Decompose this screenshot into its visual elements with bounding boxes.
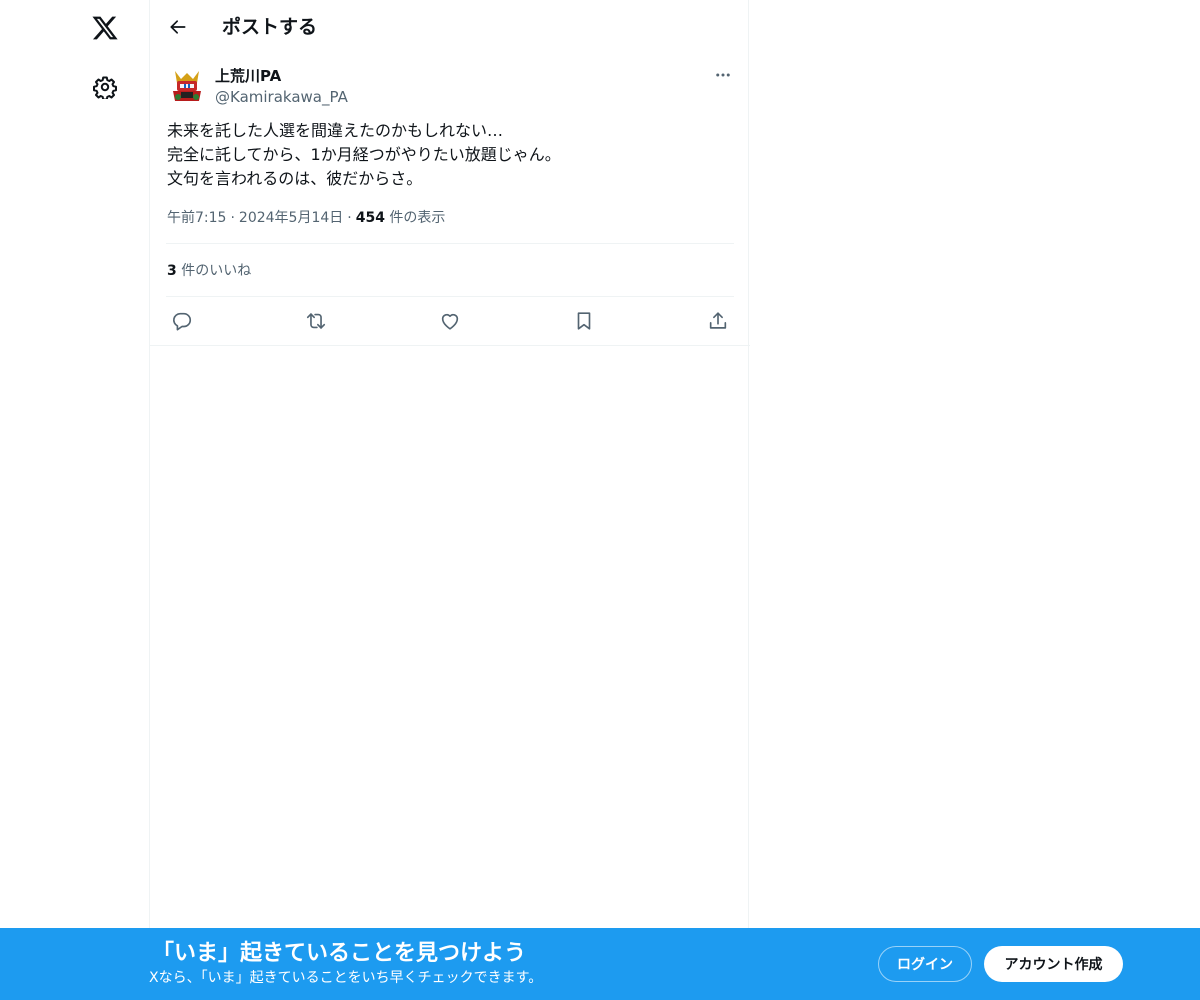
divider [166, 296, 734, 297]
post: 上荒川PA @Kamirakawa_PA 未来を託した人選を間違えたのかもしれな… [150, 53, 750, 346]
post-text-line: 完全に託してから、1か月経つがやりたい放題じゃん。 [167, 145, 561, 164]
post-actions [166, 306, 734, 336]
reply-icon [172, 312, 192, 331]
post-text: 未来を託した人選を間違えたのかもしれない… 完全に託してから、1か月経つがやりた… [167, 119, 737, 191]
like-button[interactable] [435, 306, 465, 336]
post-meta: 午前7:15 · 2024年5月14日 · 454 件の表示 [167, 208, 445, 228]
post-date[interactable]: 2024年5月14日 [239, 210, 343, 226]
back-button[interactable] [162, 11, 194, 43]
likes-summary[interactable]: 3 件のいいね [167, 261, 251, 281]
repost-button[interactable] [301, 306, 331, 336]
author-handle[interactable]: @Kamirakawa_PA [215, 87, 348, 107]
share-icon [709, 312, 727, 329]
meta-separator: · [230, 210, 235, 226]
more-button[interactable] [709, 63, 737, 87]
likes-label: 件のいいね [181, 263, 252, 279]
x-logo-button[interactable] [83, 6, 127, 50]
bookmark-icon [577, 312, 591, 330]
reply-button[interactable] [167, 306, 197, 336]
repost-icon [306, 313, 326, 329]
signup-banner: 「いま」起きていることを見つけよう Xなら、「いま」起きていることをいち早くチェ… [0, 928, 1200, 1000]
bookmark-button[interactable] [569, 306, 599, 336]
left-nav [0, 0, 150, 1000]
post-text-line: 未来を託した人選を間違えたのかもしれない… [167, 121, 504, 140]
views-label: 件の表示 [389, 210, 446, 226]
signup-button[interactable]: アカウント作成 [984, 946, 1123, 982]
x-logo-icon [92, 16, 118, 40]
meta-separator: · [347, 210, 352, 226]
banner-subtitle: Xなら、「いま」起きていることをいち早くチェックできます。 [149, 970, 543, 986]
share-button[interactable] [703, 306, 733, 336]
banner-title: 「いま」起きていることを見つけよう [152, 941, 527, 966]
login-button[interactable]: ログイン [878, 946, 972, 982]
page-title: ポストする [222, 16, 318, 38]
divider [166, 243, 734, 244]
avatar-image [167, 65, 207, 105]
avatar[interactable] [167, 65, 207, 105]
post-time[interactable]: 午前7:15 [167, 210, 226, 226]
page-header: ポストする [150, 0, 750, 53]
views-count: 454 [355, 210, 385, 226]
heart-icon [441, 313, 459, 330]
settings-button[interactable] [83, 65, 127, 109]
post-text-line: 文句を言われるのは、彼だからさ。 [167, 169, 423, 188]
main-column: ポストする 上荒川PA @Kamirakawa_PA 未来を託した人選を間違えた… [149, 0, 750, 1000]
more-horizontal-icon [716, 73, 730, 77]
arrow-left-icon [170, 20, 186, 34]
likes-count: 3 [167, 263, 177, 279]
author-name[interactable]: 上荒川PA [215, 66, 281, 86]
gear-icon [93, 76, 117, 99]
